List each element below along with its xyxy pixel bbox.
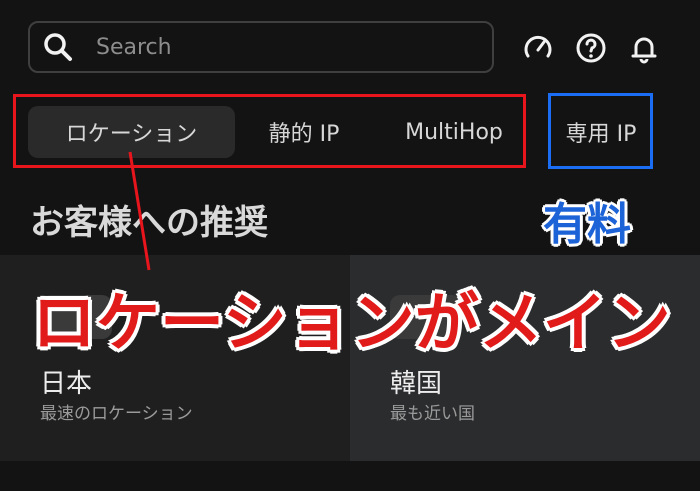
main-annotation: ロケーションがメイン xyxy=(32,287,671,361)
annotation-pointer-line xyxy=(128,151,151,271)
